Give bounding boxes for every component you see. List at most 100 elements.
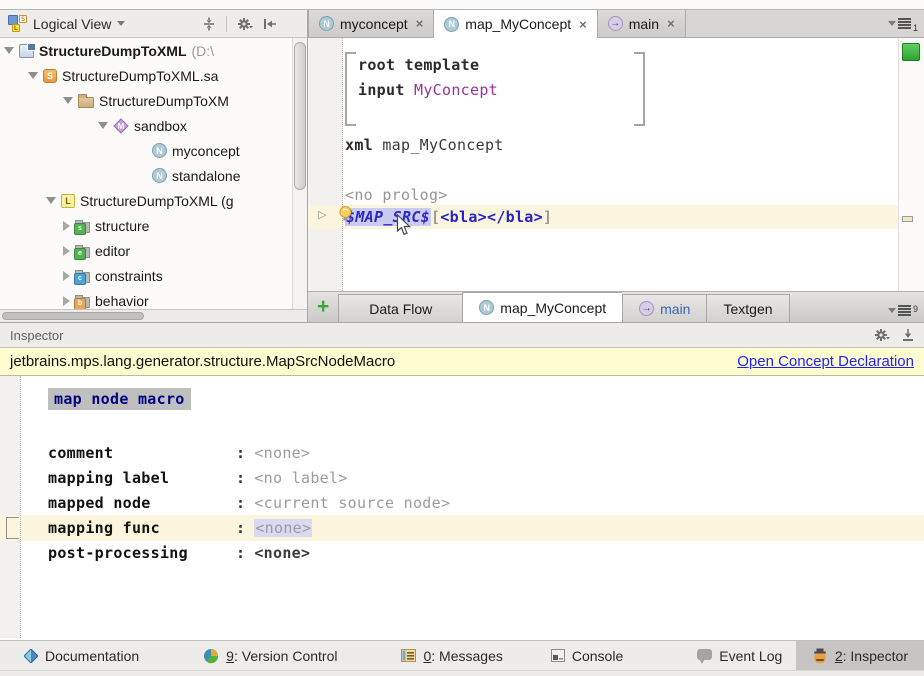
intention-lightbulb-icon[interactable]: [337, 205, 354, 227]
cropped-toolbar-strip: [0, 0, 924, 10]
property-value[interactable]: <current source node>: [254, 494, 450, 512]
tab-list-button[interactable]: 1: [888, 10, 924, 37]
gear-icon[interactable]: [874, 328, 890, 342]
tree-item-label[interactable]: StructureDumpToXML.sa: [62, 68, 218, 84]
tree-row[interactable]: constraints: [0, 263, 307, 288]
hide-panel-down-icon[interactable]: [902, 328, 914, 342]
folder-icon: [78, 97, 94, 108]
tree-item-label[interactable]: behavior: [95, 293, 149, 309]
tree-item-label[interactable]: StructureDumpToXML (g: [80, 193, 234, 209]
property-row-mapped-node[interactable]: mapped node:<current source node>: [48, 491, 450, 516]
error-stripe[interactable]: [898, 38, 924, 291]
tree-vertical-scrollbar[interactable]: [292, 38, 307, 309]
view-selector-dropdown[interactable]: SL Logical View: [8, 15, 125, 32]
scrollbar-thumb[interactable]: [2, 312, 144, 320]
add-editor-tab-button[interactable]: +: [308, 294, 338, 322]
open-concept-declaration-link[interactable]: Open Concept Declaration: [737, 353, 914, 370]
code-health-indicator[interactable]: [902, 43, 920, 61]
collapsed-arrow-icon[interactable]: [63, 246, 70, 256]
chevron-down-icon: [888, 308, 896, 313]
tree-item-label[interactable]: constraints: [95, 268, 163, 284]
bottom-tab-map-myconcept[interactable]: map_MyConcept: [462, 292, 622, 322]
collapsed-arrow-icon[interactable]: [63, 221, 70, 231]
editor-tab-bar: myconcept × map_MyConcept × main × 1: [308, 10, 924, 38]
tree-row[interactable]: StructureDumpToXML (D:\: [0, 38, 307, 63]
toolwindow-button-documentation[interactable]: Documentation: [20, 641, 143, 670]
tree-item-label[interactable]: StructureDumpToXM: [99, 93, 229, 109]
expand-arrow-icon[interactable]: [98, 122, 108, 129]
property-row-mapping-func[interactable]: mapping func:<none>: [48, 516, 312, 541]
tree-row[interactable]: myconcept: [0, 138, 307, 163]
tree-item-label[interactable]: StructureDumpToXML: [39, 43, 187, 59]
input-concept-line[interactable]: input MyConcept: [358, 81, 498, 99]
inspector-editor[interactable]: map node macro comment:<none> mapping la…: [0, 376, 924, 638]
tree-item-label[interactable]: standalone: [172, 168, 241, 184]
editor-tab-main[interactable]: main ×: [598, 10, 686, 37]
toolwindow-button-console[interactable]: Console: [547, 641, 627, 670]
property-value[interactable]: <no label>: [254, 469, 347, 487]
tree-row[interactable]: structure: [0, 213, 307, 238]
close-icon[interactable]: ×: [667, 16, 675, 31]
property-row-comment[interactable]: comment:<none>: [48, 441, 310, 466]
property-value[interactable]: <none>: [254, 544, 310, 562]
prolog-line[interactable]: <no prolog>: [345, 186, 448, 204]
toolwindow-button-inspector[interactable]: 2: Inspector: [796, 641, 924, 670]
tree-row[interactable]: M sandbox: [0, 113, 307, 138]
editor-tab-myconcept[interactable]: myconcept ×: [308, 10, 434, 37]
macro-body[interactable]: <bla></bla>: [440, 208, 543, 226]
tab-list-icon: [898, 305, 911, 316]
macro-line[interactable]: $MAP_SRC$[<bla></bla>]: [345, 208, 552, 226]
scrollbar-thumb[interactable]: [294, 42, 306, 190]
close-icon[interactable]: ×: [579, 17, 587, 32]
bottom-tab-list-button[interactable]: 9: [888, 304, 924, 322]
tree-row[interactable]: editor: [0, 238, 307, 263]
node-icon: [152, 143, 167, 158]
property-row-post-processing[interactable]: post-processing:<none>: [48, 541, 310, 566]
inspector-panel: Inspector jetbrains.mps.lang.generator.s…: [0, 322, 924, 640]
expand-arrow-icon[interactable]: [46, 197, 56, 204]
tree-item-label[interactable]: myconcept: [172, 143, 240, 159]
tree-row[interactable]: standalone: [0, 163, 307, 188]
bottom-tab-main[interactable]: main: [622, 294, 706, 322]
macro-concept-cell[interactable]: map node macro: [48, 388, 191, 410]
property-value-selected[interactable]: <none>: [254, 519, 312, 537]
property-row-mapping-label[interactable]: mapping label:<no label>: [48, 466, 348, 491]
stripe-marker[interactable]: [902, 216, 913, 222]
inspector-header: Inspector: [0, 322, 924, 348]
gear-icon[interactable]: [237, 17, 253, 31]
collapse-all-icon[interactable]: [202, 17, 216, 31]
fold-arrow-icon[interactable]: [318, 208, 326, 221]
tree-row[interactable]: StructureDumpToXML (g: [0, 188, 307, 213]
toolwindow-button-event-log[interactable]: Event Log: [693, 641, 786, 670]
concept-fqname: jetbrains.mps.lang.generator.structure.M…: [10, 353, 395, 370]
close-icon[interactable]: ×: [416, 16, 424, 31]
map-src-macro[interactable]: $MAP_SRC$: [345, 208, 431, 226]
hide-panel-icon[interactable]: [263, 18, 277, 30]
property-value[interactable]: <none>: [254, 444, 310, 462]
gutter-divider: [342, 38, 343, 291]
bottom-tab-textgen[interactable]: Textgen: [706, 294, 789, 322]
tree-row[interactable]: behavior: [0, 288, 307, 309]
collapsed-arrow-icon[interactable]: [63, 296, 70, 306]
tree-row[interactable]: StructureDumpToXML.sa: [0, 63, 307, 88]
editor-tab-map-myconcept[interactable]: map_MyConcept ×: [434, 10, 597, 38]
xml-root-line[interactable]: xml map_MyConcept: [345, 136, 504, 154]
tree-item-label[interactable]: structure: [95, 218, 149, 234]
expand-arrow-icon[interactable]: [28, 72, 38, 79]
root-template-line[interactable]: root template: [358, 56, 479, 74]
tab-label: main: [629, 16, 659, 32]
expand-arrow-icon[interactable]: [4, 47, 14, 54]
tree-item-label[interactable]: editor: [95, 243, 130, 259]
tree-item-label[interactable]: sandbox: [134, 118, 187, 134]
toolwindow-button-version-control[interactable]: 9: Version Control: [199, 641, 341, 670]
collapsed-arrow-icon[interactable]: [63, 271, 70, 281]
editor-content[interactable]: root template input MyConcept xml map_My…: [308, 38, 924, 291]
console-icon: [551, 649, 565, 662]
expand-arrow-icon[interactable]: [63, 97, 73, 104]
editor-bottom-tab-bar: + Data Flow map_MyConcept main Textgen 9: [308, 291, 924, 322]
tree-horizontal-scrollbar[interactable]: [0, 309, 307, 322]
event-log-icon: [697, 649, 712, 660]
toolwindow-button-messages[interactable]: 0: Messages: [397, 641, 506, 670]
tree-row[interactable]: StructureDumpToXM: [0, 88, 307, 113]
bottom-tab-data-flow[interactable]: Data Flow: [338, 294, 462, 322]
